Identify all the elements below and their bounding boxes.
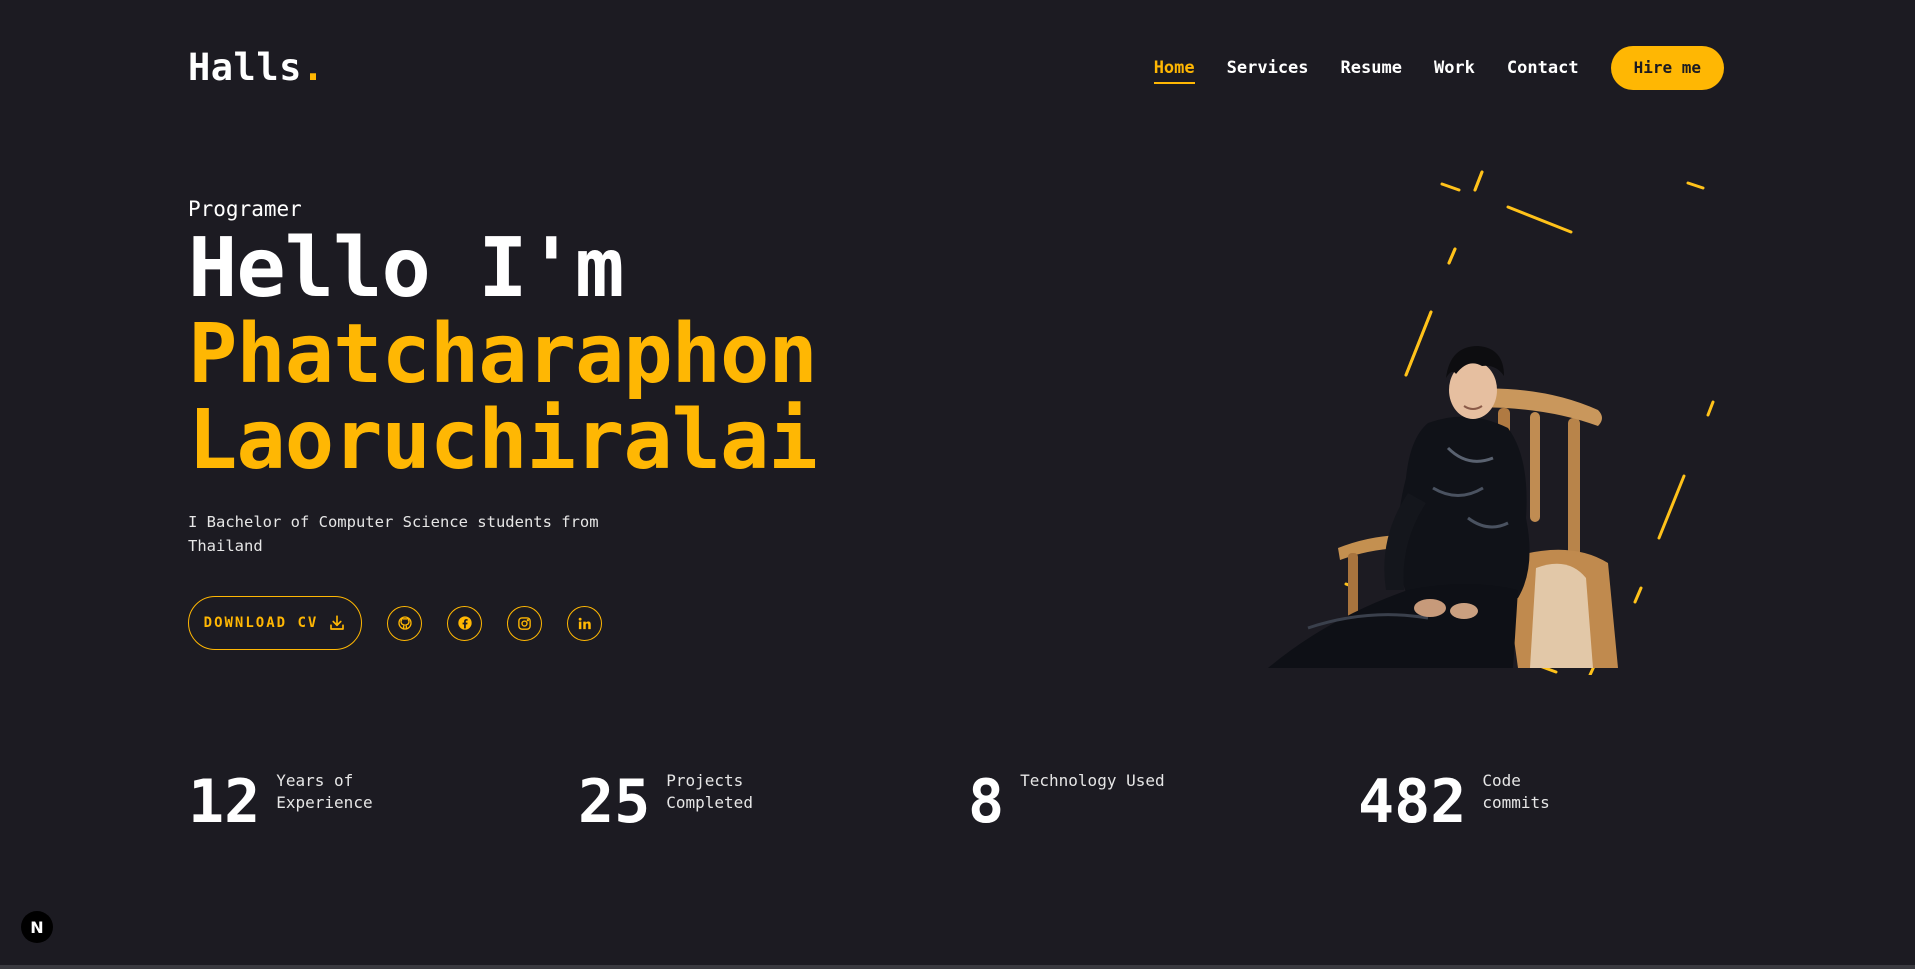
hero-heading: Hello I'm Phatcharaphon Laoruchiralai — [188, 226, 948, 484]
github-icon — [397, 616, 412, 630]
stat-label: Code commits — [1482, 770, 1549, 814]
site-header: Halls. Home Services Resume Work Contact… — [188, 44, 1724, 92]
nav-home[interactable]: Home — [1153, 58, 1195, 84]
last-name: Laoruchiralai — [188, 393, 818, 488]
stat-label-line1: Projects — [666, 771, 744, 790]
page-container: Halls. Home Services Resume Work Contact… — [188, 0, 1724, 969]
linkedin-icon — [578, 617, 591, 629]
download-icon — [330, 615, 345, 630]
stat-label: Projects Completed — [666, 770, 753, 814]
nav-resume[interactable]: Resume — [1341, 58, 1402, 78]
stat-projects: 25 Projects Completed — [578, 765, 753, 833]
window-bottom-border — [0, 965, 1915, 969]
stat-commits: 482 Code commits — [1358, 765, 1550, 833]
stat-label-line2: Experience — [276, 793, 373, 812]
stat-label-line2: commits — [1482, 793, 1550, 812]
logo-text: Halls — [188, 46, 302, 89]
person-in-chair-image — [1268, 346, 1618, 668]
stat-label-line1: Technology Used — [1020, 771, 1165, 790]
stat-years: 12 Years of Experience — [188, 765, 373, 833]
role-label: Programer — [188, 197, 302, 221]
github-link[interactable] — [387, 605, 422, 641]
first-name: Phatcharaphon — [188, 307, 818, 402]
instagram-link[interactable] — [507, 605, 542, 641]
stat-label: Years of Experience — [276, 770, 372, 814]
download-cv-button[interactable]: DOWNLOAD CV — [188, 596, 362, 650]
hero-description: I Bachelor of Computer Science students … — [188, 513, 599, 555]
greeting: Hello I'm — [188, 221, 624, 316]
nav-work[interactable]: Work — [1434, 58, 1475, 78]
facebook-link[interactable] — [447, 605, 482, 641]
stat-number: 482 — [1358, 767, 1467, 837]
linkedin-link[interactable] — [567, 605, 602, 641]
stat-label: Technology Used — [1020, 770, 1165, 792]
download-cv-label: DOWNLOAD CV — [203, 615, 319, 631]
stat-label-line2: Completed — [666, 793, 753, 812]
profile-photo — [1268, 328, 1658, 668]
stat-number: 25 — [578, 767, 651, 837]
hire-me-button[interactable]: Hire me — [1610, 46, 1724, 90]
instagram-icon — [518, 616, 531, 630]
stat-number: 12 — [188, 767, 261, 837]
nav-services[interactable]: Services — [1227, 58, 1309, 78]
stat-technology: 8 Technology Used — [968, 765, 1165, 833]
hero-section: Programer Hello I'm Phatcharaphon Laoruc… — [188, 196, 948, 650]
nextjs-dev-badge[interactable]: N — [21, 911, 53, 943]
stat-number: 8 — [968, 767, 1005, 837]
main-nav: Home Services Resume Work Contact Hire m… — [1122, 44, 1724, 92]
stats-section: 12 Years of Experience 25 Projects Complet… — [188, 765, 1724, 833]
hero-actions: DOWNLOAD CV — [188, 596, 948, 650]
logo-dot: . — [301, 46, 325, 89]
stat-label-line1: Years of — [276, 771, 354, 790]
facebook-icon — [457, 616, 472, 630]
profile-photo-area — [1218, 160, 1723, 675]
logo[interactable]: Halls. — [188, 44, 325, 92]
nav-contact[interactable]: Contact — [1507, 58, 1579, 78]
stat-label-line1: Code — [1482, 771, 1521, 790]
